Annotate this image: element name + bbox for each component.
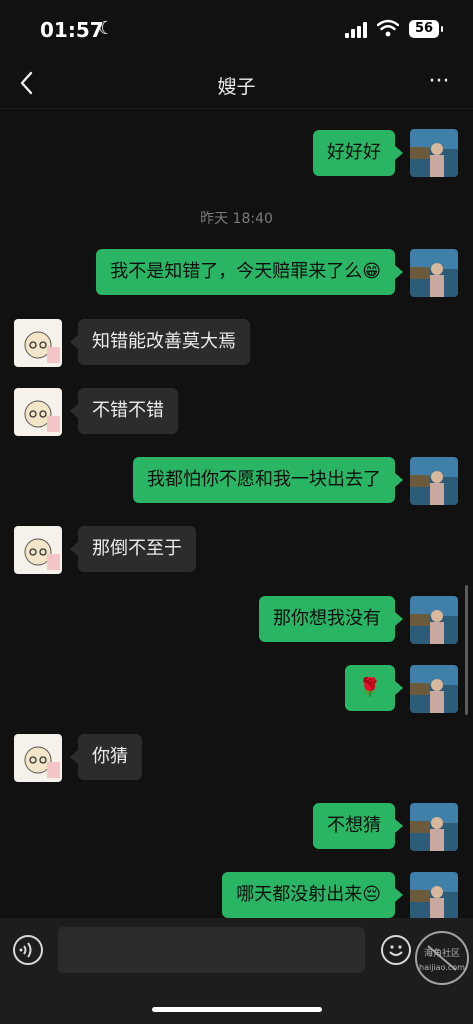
- home-indicator[interactable]: [152, 1007, 322, 1012]
- contact-avatar[interactable]: [14, 734, 62, 782]
- my-avatar[interactable]: [410, 803, 458, 851]
- battery-indicator: 56: [409, 20, 443, 38]
- message-bubble-me[interactable]: 哪天都没射出来😔: [222, 872, 403, 918]
- message-bubble-me[interactable]: 好好好: [313, 130, 403, 176]
- my-avatar[interactable]: [410, 129, 458, 177]
- message-bubble-them[interactable]: 你猜: [70, 734, 142, 780]
- message-input[interactable]: [58, 927, 365, 973]
- my-avatar[interactable]: [410, 872, 458, 920]
- message-bubble-them[interactable]: 知错能改善莫大焉: [70, 319, 250, 365]
- my-avatar[interactable]: [410, 249, 458, 297]
- scroll-indicator[interactable]: [465, 585, 468, 715]
- watermark-logo: 海角社区 haijiao.com: [415, 931, 469, 985]
- message-bubble-me[interactable]: 我都怕你不愿和我一块出去了: [133, 457, 403, 503]
- message-bubble-them[interactable]: 那倒不至于: [70, 526, 196, 572]
- moon-icon: ☾: [98, 18, 115, 39]
- contact-avatar[interactable]: [14, 526, 62, 574]
- my-avatar[interactable]: [410, 457, 458, 505]
- wifi-icon: [377, 19, 399, 37]
- message-bubble-them[interactable]: 不错不错: [70, 388, 178, 434]
- svg-text:haijiao.com: haijiao.com: [419, 963, 465, 972]
- timestamp: 昨天 18:40: [200, 211, 273, 227]
- signal-icon: [345, 22, 367, 38]
- chat-header: 嫂子 ···: [0, 60, 473, 108]
- status-time: 01:57: [40, 18, 104, 42]
- chat-title: 嫂子: [217, 76, 256, 98]
- my-avatar[interactable]: [410, 596, 458, 644]
- header-divider: [0, 108, 473, 109]
- message-bubble-me[interactable]: 我不是知错了，今天赔罪来了么😁: [96, 249, 403, 295]
- status-bar: 01:57 ☾ 56: [0, 0, 473, 60]
- message-bubble-me[interactable]: 那你想我没有: [259, 596, 403, 642]
- message-bubble-me[interactable]: 🌹: [344, 665, 404, 711]
- more-dots-icon[interactable]: ···: [424, 68, 454, 98]
- emoji-icon[interactable]: [381, 935, 411, 965]
- message-bubble-me[interactable]: 不想猜: [313, 803, 403, 849]
- svg-text:海角社区: 海角社区: [424, 947, 460, 959]
- my-avatar[interactable]: [410, 665, 458, 713]
- contact-avatar[interactable]: [14, 388, 62, 436]
- voice-icon[interactable]: [13, 935, 43, 965]
- contact-avatar[interactable]: [14, 319, 62, 367]
